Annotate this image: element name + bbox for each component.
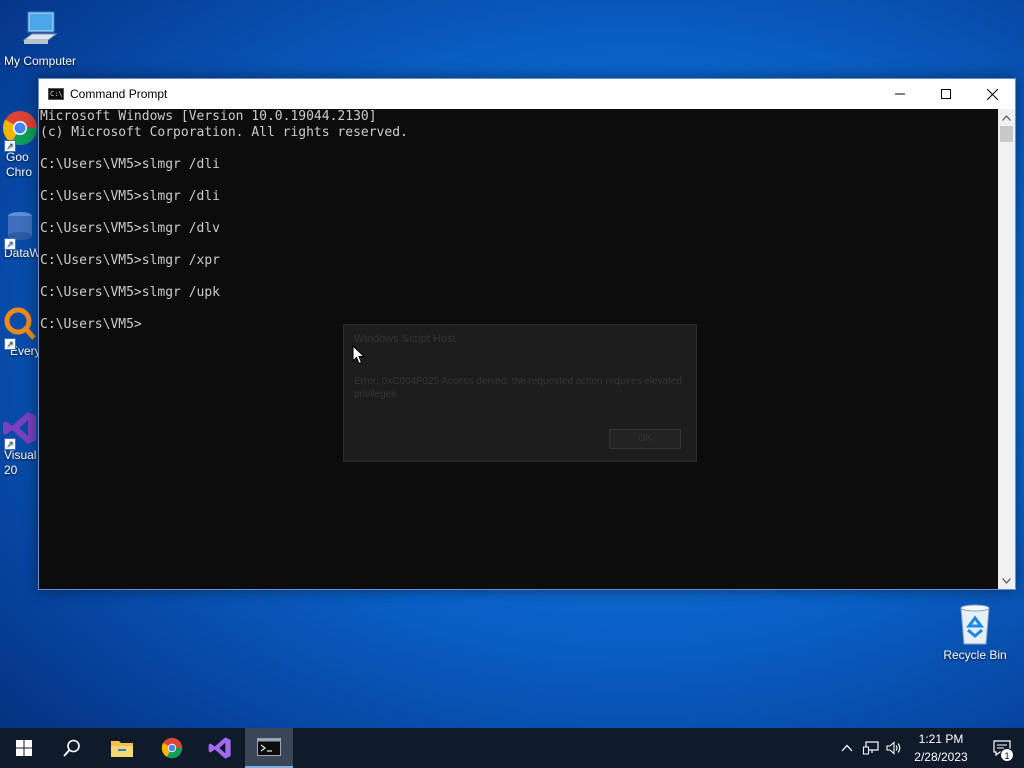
- desktop-icon-recycle-bin[interactable]: Recycle Bin: [935, 602, 1015, 662]
- volume-icon: [886, 741, 901, 755]
- cmd-icon: [257, 738, 281, 756]
- shortcut-arrow-icon: ↗: [4, 238, 16, 250]
- desktop-icon-my-computer[interactable]: My Computer: [0, 10, 80, 68]
- mouse-cursor-icon: [352, 345, 366, 365]
- magnifier-icon: [4, 307, 36, 340]
- console-line: C:\Users\VM5>slmgr /dlv: [40, 221, 221, 236]
- scroll-down-button[interactable]: [998, 572, 1015, 589]
- shortcut-arrow-icon: ↗: [4, 338, 16, 350]
- notification-badge: 1: [1000, 748, 1014, 762]
- window-title: Command Prompt: [70, 87, 168, 101]
- console-line: C:\Users\VM5>slmgr /xpr: [40, 253, 221, 268]
- taskbar-file-explorer[interactable]: [98, 728, 146, 768]
- windows-logo-icon: [16, 740, 32, 756]
- console-line: C:\Users\VM5>slmgr /dli: [40, 157, 221, 172]
- script-host-dialog[interactable]: Windows Script Host Error: 0xC004F025 Ac…: [343, 324, 697, 462]
- shortcut-arrow-icon: ↗: [4, 140, 16, 152]
- console-line: C:\Users\VM5>slmgr /dli: [40, 189, 221, 204]
- scroll-thumb[interactable]: [1000, 126, 1013, 142]
- close-icon: [986, 88, 998, 100]
- desktop-icon-label: Recycle Bin: [943, 648, 1007, 662]
- maximize-icon: [941, 89, 951, 99]
- tray-network[interactable]: [860, 728, 882, 768]
- search-icon: [63, 739, 80, 757]
- console-line: Microsoft Windows [Version 10.0.19044.21…: [40, 109, 377, 124]
- chevron-down-icon: [1002, 577, 1011, 584]
- dialog-ok-button[interactable]: OK: [609, 429, 681, 449]
- recycle-bin-icon: [960, 604, 990, 645]
- scroll-up-button[interactable]: [998, 109, 1015, 126]
- taskbar: 1:21 PM 2/28/2023 1: [0, 728, 1024, 768]
- taskbar-clock[interactable]: 1:21 PM 2/28/2023: [906, 730, 976, 766]
- tray-show-hidden[interactable]: [836, 728, 858, 768]
- close-button[interactable]: [969, 79, 1015, 109]
- tray-volume[interactable]: [883, 728, 905, 768]
- taskbar-chrome[interactable]: [148, 728, 196, 768]
- computer-icon: [22, 11, 58, 44]
- desktop-icon-label: My Computer: [3, 54, 77, 68]
- minimize-icon: [895, 93, 905, 95]
- console-line: C:\Users\VM5>slmgr /upk: [40, 285, 221, 300]
- start-button[interactable]: [0, 728, 48, 768]
- dialog-title: Windows Script Host: [354, 333, 456, 345]
- cmd-app-icon: C:\: [48, 88, 64, 100]
- action-center-button[interactable]: 1: [980, 728, 1024, 768]
- search-button[interactable]: [48, 728, 96, 768]
- dialog-message: Error: 0xC004F025 Access denied: the req…: [354, 376, 682, 400]
- chevron-up-icon: [1002, 114, 1011, 121]
- taskbar-command-prompt[interactable]: [245, 728, 293, 768]
- clock-date: 2/28/2023: [914, 750, 968, 764]
- vertical-scrollbar[interactable]: [998, 109, 1015, 589]
- clock-time: 1:21 PM: [918, 732, 964, 746]
- console-line: (c) Microsoft Corporation. All rights re…: [40, 125, 408, 140]
- window-titlebar[interactable]: C:\ Command Prompt: [39, 79, 1015, 109]
- chevron-up-icon: [841, 744, 853, 752]
- minimize-button[interactable]: [877, 79, 923, 109]
- chrome-icon: [161, 737, 183, 759]
- folder-icon: [111, 741, 133, 757]
- visual-studio-icon: [208, 737, 231, 759]
- maximize-button[interactable]: [923, 79, 969, 109]
- shortcut-arrow-icon: ↗: [4, 438, 16, 450]
- network-icon: [863, 741, 879, 755]
- taskbar-visual-studio[interactable]: [196, 728, 244, 768]
